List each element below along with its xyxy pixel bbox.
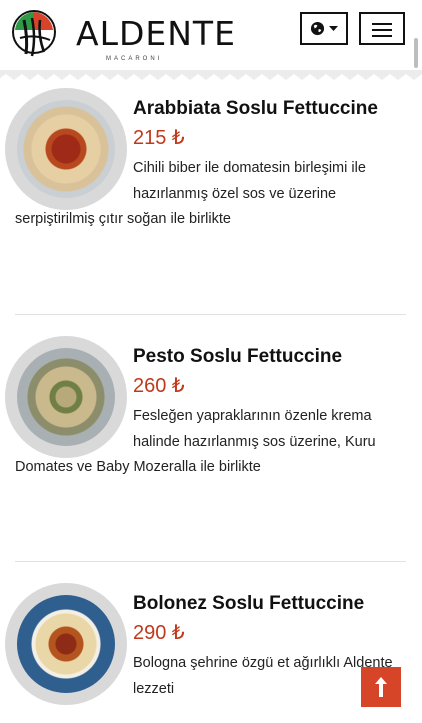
header-zigzag-border (0, 70, 422, 80)
language-dropdown-button[interactable] (300, 12, 348, 45)
site-header: ALDENTE MACARONI (0, 0, 422, 74)
logo-emblem-icon (12, 10, 56, 57)
item-description-block: Bologna şehrine özgü et ağırlıklı Aldent… (15, 651, 403, 702)
globe-icon (310, 21, 325, 36)
arrow-up-icon (375, 677, 387, 697)
scrollbar-thumb[interactable] (414, 38, 418, 68)
divider (15, 561, 406, 562)
item-description-block: Cihili biber ile domatesin birleşimi ile… (15, 156, 403, 233)
item-price: 215 ₺ (133, 127, 185, 149)
caret-down-icon (329, 25, 338, 31)
menu-item[interactable]: Bolonez Soslu Fettuccine 290 ₺ Bologna ş… (0, 583, 422, 723)
item-price: 290 ₺ (133, 622, 185, 644)
scroll-to-top-button[interactable] (361, 667, 401, 707)
item-title: Arabbiata Soslu Fettuccine (133, 98, 378, 119)
brand-tagline: MACARONI (106, 56, 163, 62)
item-description: Bologna şehrine özgü et ağırlıklı Aldent… (133, 655, 393, 697)
item-description-block: Fesleğen yapraklarının özenle krema hali… (15, 404, 403, 481)
item-price: 260 ₺ (133, 375, 185, 397)
brand-name: ALDENTE (76, 14, 236, 53)
menu-item[interactable]: Pesto Soslu Fettuccine 260 ₺ Fesleğen ya… (0, 336, 422, 566)
hamburger-menu-button[interactable] (359, 12, 405, 45)
brand-logo[interactable]: ALDENTE MACARONI (10, 6, 235, 64)
hamburger-menu-icon (372, 23, 392, 25)
item-title: Bolonez Soslu Fettuccine (133, 593, 365, 614)
divider (15, 314, 406, 315)
menu-item[interactable]: Arabbiata Soslu Fettuccine 215 ₺ Cihili … (0, 88, 422, 318)
item-title: Pesto Soslu Fettuccine (133, 346, 343, 367)
